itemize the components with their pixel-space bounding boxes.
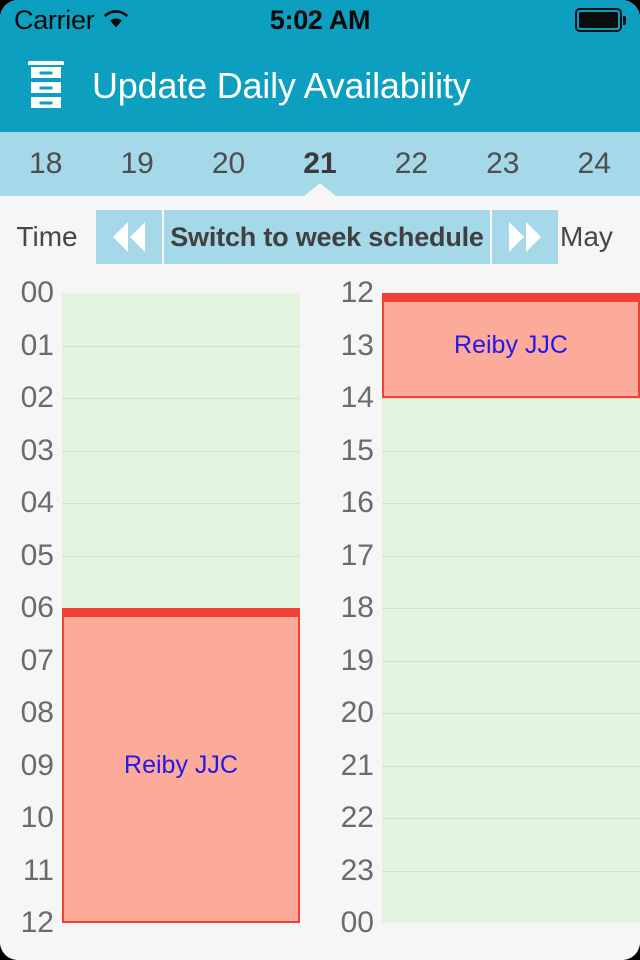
hour-gridline — [62, 450, 300, 452]
date-cell-24[interactable]: 24 — [549, 132, 640, 196]
battery-icon — [575, 8, 626, 32]
navigation-bar: Update Daily Availability — [0, 40, 640, 132]
date-cell-20[interactable]: 20 — [183, 132, 274, 196]
status-bar: Carrier 5:02 AM — [0, 0, 640, 40]
hour-label: 12 — [20, 906, 54, 939]
hour-label: 18 — [340, 591, 374, 624]
hour-gridline — [62, 503, 300, 504]
hour-label: 04 — [20, 486, 54, 519]
hour-label: 00 — [340, 906, 374, 939]
date-cell-19[interactable]: 19 — [91, 132, 182, 196]
date-cell-18[interactable]: 18 — [0, 132, 91, 196]
double-chevron-right-icon — [504, 220, 546, 254]
next-button[interactable] — [492, 210, 558, 264]
hour-gridline — [62, 345, 300, 347]
event-resize-handle[interactable] — [382, 293, 640, 302]
hour-label: 20 — [340, 696, 374, 729]
double-chevron-left-icon — [108, 220, 150, 254]
hour-label: 14 — [340, 381, 374, 414]
event-resize-handle[interactable] — [62, 608, 300, 617]
hour-gridline — [382, 713, 640, 714]
event-label: Reiby JJC — [124, 751, 238, 779]
hour-gutter-afternoon: 12 13 14 15 16 17 18 19 20 21 22 23 00 — [320, 276, 382, 960]
hour-label: 07 — [20, 643, 54, 677]
hour-label: 01 — [20, 328, 54, 362]
hour-gridline — [382, 398, 640, 399]
hour-label: 13 — [340, 328, 374, 362]
schedule-toolbar: Time Switch to week schedule May — [0, 196, 640, 278]
schedule-column-morning: 00 01 02 03 04 05 06 07 08 09 10 11 12 Reiby JJC — [0, 276, 320, 960]
hour-label: 05 — [20, 538, 54, 572]
hour-label: 17 — [340, 538, 374, 572]
hour-label: 19 — [340, 643, 374, 677]
hour-gridline — [382, 765, 640, 767]
hour-label: 23 — [340, 853, 374, 887]
hour-gridline — [382, 555, 640, 557]
month-label: May — [560, 221, 613, 252]
date-cell-23[interactable]: 23 — [457, 132, 548, 196]
previous-button[interactable] — [96, 210, 162, 264]
booked-event-block[interactable]: Reiby JJC — [62, 608, 300, 923]
hour-label: 16 — [340, 486, 374, 519]
hour-label: 11 — [22, 853, 54, 887]
hour-gridline — [62, 555, 300, 557]
hour-gridline — [62, 398, 300, 399]
hour-gridline — [382, 660, 640, 662]
time-label: Time — [16, 221, 78, 252]
switch-to-week-schedule-button[interactable]: Switch to week schedule — [164, 210, 490, 264]
hour-label: 15 — [340, 433, 374, 467]
schedule-grid: 00 01 02 03 04 05 06 07 08 09 10 11 12 Reiby JJC 12 1… — [0, 276, 640, 960]
filing-cabinet-icon[interactable] — [0, 40, 92, 132]
wifi-icon — [102, 8, 130, 34]
booked-event-block[interactable]: Reiby JJC — [382, 293, 640, 398]
hour-label: 10 — [20, 801, 54, 834]
hour-gridline — [382, 503, 640, 504]
availability-track-morning[interactable]: Reiby JJC — [62, 293, 300, 923]
date-cell-22[interactable]: 22 — [366, 132, 457, 196]
hour-label: 06 — [20, 591, 54, 624]
hour-label: 08 — [20, 696, 54, 729]
hour-gutter-morning: 00 01 02 03 04 05 06 07 08 09 10 11 12 — [0, 276, 62, 960]
hour-label: 00 — [20, 276, 54, 309]
status-bar-left: Carrier — [14, 6, 130, 34]
page-title: Update Daily Availability — [92, 65, 471, 106]
event-label: Reiby JJC — [454, 331, 568, 359]
availability-track-afternoon[interactable]: Reiby JJC — [382, 293, 640, 923]
schedule-column-afternoon: 12 13 14 15 16 17 18 19 20 21 22 23 00 Reiby JJC — [320, 276, 640, 960]
hour-label: 09 — [20, 748, 54, 782]
carrier-label: Carrier — [14, 4, 95, 35]
app-screen: Carrier 5:02 AM Update Daily Availabilit… — [0, 0, 640, 960]
hour-gridline — [382, 608, 640, 609]
hour-label: 21 — [340, 748, 374, 782]
hour-label: 22 — [340, 801, 374, 834]
hour-label: 03 — [20, 433, 54, 467]
hour-gridline — [382, 818, 640, 819]
hour-label: 02 — [20, 381, 54, 414]
date-strip: 18 19 20 21 22 23 24 — [0, 132, 640, 196]
date-cell-21-selected[interactable]: 21 — [274, 132, 365, 196]
hour-label: 12 — [340, 276, 374, 309]
hour-gridline — [382, 450, 640, 452]
hour-gridline — [382, 870, 640, 872]
